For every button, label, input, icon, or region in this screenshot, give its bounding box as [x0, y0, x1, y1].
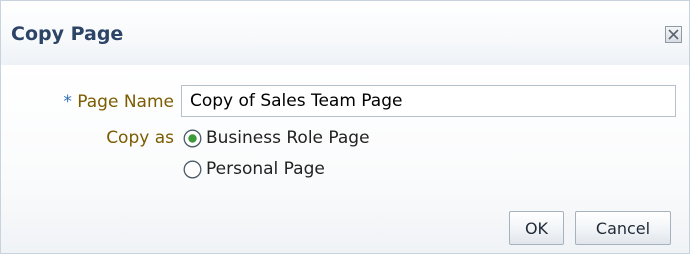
page-name-label: * Page Name	[63, 92, 174, 112]
ok-button[interactable]: OK	[509, 211, 564, 245]
page-name-input[interactable]	[181, 85, 676, 117]
close-icon	[668, 29, 679, 40]
required-marker: *	[63, 92, 72, 112]
radio-option-business-role-page[interactable]: Business Role Page	[183, 127, 370, 149]
radio-option-personal-page[interactable]: Personal Page	[183, 158, 325, 180]
page-name-label-text: Page Name	[77, 92, 174, 112]
radio-selected-icon[interactable]	[183, 129, 202, 148]
dialog-body: * Page Name Copy as Business Role Page P…	[1, 65, 689, 253]
copy-as-label: Copy as	[106, 128, 174, 148]
radio-label-personal-page: Personal Page	[206, 159, 325, 179]
radio-label-business-role-page: Business Role Page	[206, 128, 370, 148]
cancel-button[interactable]: Cancel	[575, 211, 671, 245]
close-button[interactable]	[665, 26, 682, 43]
dialog-titlebar: Copy Page	[1, 1, 689, 65]
copy-page-dialog: Copy Page * Page Name Copy as Business R…	[0, 0, 690, 254]
dialog-title: Copy Page	[11, 23, 124, 45]
radio-unselected-icon[interactable]	[183, 160, 202, 179]
